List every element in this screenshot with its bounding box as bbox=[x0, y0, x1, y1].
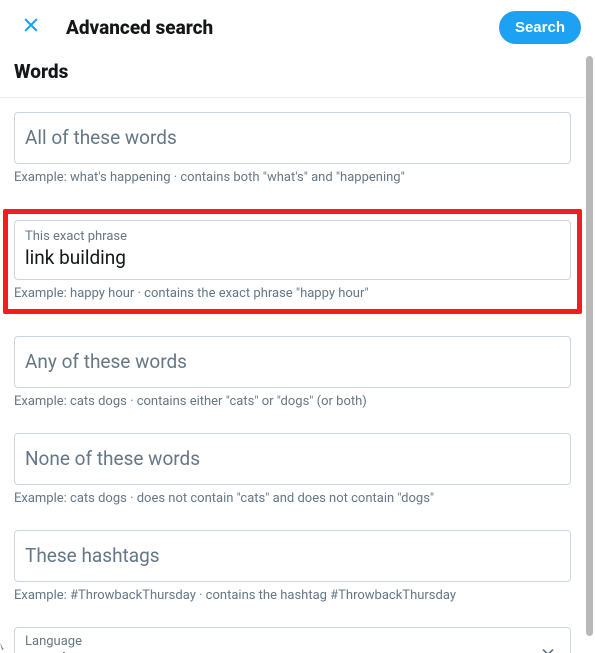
language-select[interactable]: Language Any language bbox=[14, 627, 571, 653]
divider bbox=[0, 97, 585, 98]
close-button[interactable] bbox=[14, 10, 48, 44]
modal-title: Advanced search bbox=[66, 16, 499, 39]
hashtags-hint: Example: #ThrowbackThursday · contains t… bbox=[14, 588, 571, 605]
modal-body: Words All of these words Example: what's… bbox=[0, 56, 585, 653]
all-words-hint: Example: what's happening · contains bot… bbox=[14, 170, 571, 187]
hashtags-label: These hashtags bbox=[25, 544, 560, 569]
any-words-input[interactable]: Any of these words bbox=[14, 336, 571, 388]
exact-phrase-input[interactable]: This exact phrase link building bbox=[14, 220, 571, 280]
none-words-label: None of these words bbox=[25, 447, 560, 472]
hashtags-input[interactable]: These hashtags bbox=[14, 530, 571, 582]
search-button[interactable]: Search bbox=[499, 11, 581, 44]
field-none-words: None of these words Example: cats dogs ·… bbox=[14, 433, 571, 508]
all-words-label: All of these words bbox=[25, 126, 560, 151]
field-any-words: Any of these words Example: cats dogs · … bbox=[14, 336, 571, 411]
modal-header: Advanced search Search bbox=[0, 0, 595, 56]
language-label: Language bbox=[25, 634, 560, 650]
field-exact-phrase: This exact phrase link building Example:… bbox=[14, 209, 571, 314]
exact-phrase-value: link building bbox=[25, 246, 560, 271]
field-hashtags: These hashtags Example: #ThrowbackThursd… bbox=[14, 530, 571, 605]
language-value: Any language bbox=[25, 649, 560, 653]
field-language: Language Any language bbox=[14, 627, 571, 653]
exact-phrase-hint: Example: happy hour · contains the exact… bbox=[14, 286, 571, 303]
any-words-label: Any of these words bbox=[25, 350, 560, 375]
scrollbar[interactable] bbox=[586, 56, 593, 636]
none-words-hint: Example: cats dogs · does not contain "c… bbox=[14, 491, 571, 508]
field-all-words: All of these words Example: what's happe… bbox=[14, 112, 571, 187]
none-words-input[interactable]: None of these words bbox=[14, 433, 571, 485]
exact-phrase-label: This exact phrase bbox=[25, 229, 560, 245]
section-words-title: Words bbox=[14, 60, 571, 83]
exact-phrase-highlight: This exact phrase link building Example:… bbox=[3, 209, 582, 314]
advanced-search-modal: Advanced search Search Words All of thes… bbox=[0, 0, 595, 653]
chevron-down-icon bbox=[538, 642, 558, 653]
any-words-hint: Example: cats dogs · contains either "ca… bbox=[14, 394, 571, 411]
all-words-input[interactable]: All of these words bbox=[14, 112, 571, 164]
close-icon bbox=[21, 15, 41, 39]
